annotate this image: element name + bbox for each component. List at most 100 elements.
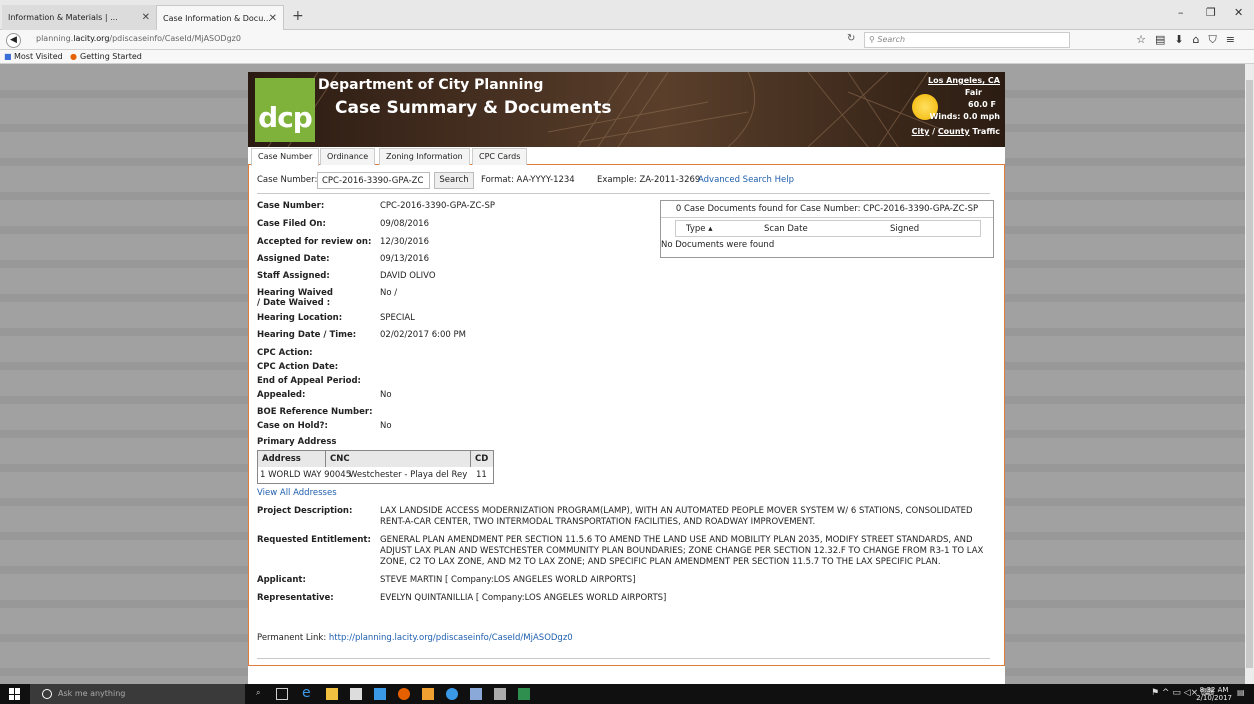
firefox-icon: ●	[70, 52, 77, 61]
search-button[interactable]: Search	[434, 172, 474, 189]
permanent-link-label: Permanent Link:	[257, 633, 327, 643]
department-title: Department of City Planning	[318, 77, 544, 93]
field-label-appealed: Appealed:	[257, 390, 306, 400]
windows-start-icon[interactable]	[9, 688, 21, 700]
address-col-address: Address	[258, 451, 326, 467]
clock[interactable]: 8:32 AM 2/10/2017	[1196, 686, 1232, 702]
documents-header: 0 Case Documents found for Case Number: …	[661, 201, 993, 218]
microphone-icon[interactable]: ⌕	[256, 688, 268, 700]
field-label-case-number: Case Number:	[257, 201, 325, 211]
browser-tab-bar: Information & Materials | ... ✕ Case Inf…	[0, 0, 1254, 30]
firefox-taskbar-icon[interactable]	[398, 688, 410, 700]
back-icon[interactable]: ◀	[6, 33, 21, 48]
representative-value: EVELYN QUINTANILLIA [ Company:LOS ANGELE…	[380, 593, 667, 603]
project-description-text: LAX LANDSIDE ACCESS MODERNIZATION PROGRA…	[380, 506, 973, 527]
divider	[257, 193, 990, 194]
app-icon[interactable]	[422, 688, 434, 700]
store-icon[interactable]	[350, 688, 362, 700]
applicant-value: STEVE MARTIN [ Company:LOS ANGELES WORLD…	[380, 575, 636, 585]
field-label-end-appeal: End of Appeal Period:	[257, 376, 361, 386]
field-label-assigned-date: Assigned Date:	[257, 254, 330, 264]
permanent-link[interactable]: http://planning.lacity.org/pdiscaseinfo/…	[329, 633, 573, 643]
weather-condition: Fair	[964, 88, 982, 97]
notifications-icon[interactable]: ▤	[1237, 688, 1249, 700]
new-tab-icon[interactable]: +	[292, 8, 304, 24]
field-value-hearing-waived: No /	[380, 288, 398, 298]
address-col-cnc: CNC	[326, 451, 471, 467]
browser-search-input[interactable]: ⚲ Search	[864, 32, 1070, 48]
county-traffic-link[interactable]: County	[938, 127, 970, 136]
address-table: Address CNC CD 1 WORLD WAY 90045 Westche…	[257, 450, 494, 484]
close-window-icon[interactable]: ✕	[1234, 6, 1243, 19]
requested-entitlement-label: Requested Entitlement:	[257, 535, 371, 545]
weather-city-link[interactable]: Los Angeles, CA	[928, 76, 1000, 85]
documents-table: 0 Case Documents found for Case Number: …	[660, 200, 994, 258]
weather-winds: Winds: 0.0 mph	[929, 112, 1000, 121]
clock-time: 8:32 AM	[1199, 686, 1229, 694]
maximize-icon[interactable]: ❐	[1206, 6, 1216, 19]
bookmarks-bar: ■ Most Visited ● Getting Started	[0, 50, 1254, 64]
address-bar[interactable]: planning.lacity.org/pdiscaseinfo/CaseId/…	[36, 34, 241, 43]
tab-case-number[interactable]: Case Number	[251, 148, 320, 166]
divider	[257, 658, 990, 659]
bookmark-most-visited[interactable]: Most Visited	[14, 52, 63, 61]
column-type[interactable]: Type ▴	[686, 224, 713, 234]
field-label-staff: Staff Assigned:	[257, 271, 330, 281]
cortana-search-box[interactable]: Ask me anything	[30, 684, 245, 704]
toolbar-icons[interactable]: ☆▤⬇⌂⛉≡	[1136, 33, 1244, 47]
calculator-icon[interactable]	[494, 688, 506, 700]
browser-tab-case-info[interactable]: Case Information & Docu... ✕	[156, 5, 284, 30]
edge-icon[interactable]: e	[302, 685, 314, 701]
windows-taskbar: Ask me anything ⌕ e ⚑ ^ ▭ ◁× ⌨ 8:32 AM 2/…	[0, 684, 1254, 704]
advanced-search-help-link[interactable]: Advanced Search Help	[698, 175, 794, 185]
url-path: /pdiscaseinfo/CaseId/MjASODgz0	[109, 34, 241, 43]
mail-icon[interactable]	[374, 688, 386, 700]
scroll-thumb[interactable]	[1246, 80, 1253, 668]
primary-address-title: Primary Address	[257, 437, 337, 447]
task-view-icon[interactable]	[276, 688, 288, 700]
excel-icon[interactable]	[518, 688, 530, 700]
traffic-label: Traffic	[972, 127, 1000, 136]
project-description-label: Project Description:	[257, 506, 353, 516]
page-scrollbar[interactable]	[1245, 64, 1254, 684]
view-all-addresses-link[interactable]: View All Addresses	[257, 488, 337, 498]
field-label-boe-reference: BOE Reference Number:	[257, 407, 373, 417]
tab-zoning-information[interactable]: Zoning Information	[379, 148, 470, 165]
case-number-label: Case Number:	[257, 175, 318, 185]
weather-temp: 60.0 F	[968, 100, 996, 109]
url-domain: lacity.org	[73, 34, 110, 43]
file-explorer-icon[interactable]	[326, 688, 338, 700]
page-tab-strip: Case Number Ordinance Zoning Information…	[248, 147, 1005, 166]
close-tab-icon[interactable]: ✕	[142, 12, 150, 23]
tab-ordinance[interactable]: Ordinance	[320, 148, 376, 165]
field-value-hearing-location: SPECIAL	[380, 313, 415, 323]
word-icon[interactable]	[470, 688, 482, 700]
url-prefix: planning.	[36, 34, 74, 43]
format-hint: Format: AA-YYYY-1234	[481, 175, 575, 185]
browser-tab-information[interactable]: Information & Materials | ... ✕	[2, 5, 156, 30]
case-number-input[interactable]	[317, 172, 430, 189]
close-tab-icon[interactable]: ✕	[269, 13, 277, 24]
city-traffic-link[interactable]: City	[912, 127, 930, 136]
field-value-filed-on: 09/08/2016	[380, 219, 429, 229]
field-value-case-number: CPC-2016-3390-GPA-ZC-SP	[380, 201, 495, 211]
minimize-icon[interactable]: –	[1178, 6, 1184, 19]
tab-cpc-cards[interactable]: CPC Cards	[472, 148, 528, 165]
dcp-logo[interactable]: dcp	[255, 78, 315, 142]
field-label-hearing-waived: Hearing Waived	[257, 288, 333, 298]
globe-icon[interactable]	[446, 688, 458, 700]
cnc-cell: Westchester - Playa del Rey	[349, 470, 468, 480]
column-signed[interactable]: Signed	[890, 224, 919, 234]
traffic-separator: /	[932, 127, 936, 136]
no-documents-message: No Documents were found	[661, 240, 775, 250]
field-value-staff: DAVID OLIVO	[380, 271, 436, 281]
column-scan-date[interactable]: Scan Date	[764, 224, 808, 234]
bookmark-getting-started[interactable]: Getting Started	[80, 52, 142, 61]
applicant-label: Applicant:	[257, 575, 306, 585]
field-label-hearing-location: Hearing Location:	[257, 313, 343, 323]
field-value-appealed: No	[380, 390, 392, 400]
documents-columns: Type ▴ Scan Date Signed	[675, 220, 981, 237]
reload-icon[interactable]: ↻	[847, 33, 855, 44]
cortana-placeholder: Ask me anything	[58, 689, 126, 698]
cd-cell: 11	[476, 470, 487, 480]
